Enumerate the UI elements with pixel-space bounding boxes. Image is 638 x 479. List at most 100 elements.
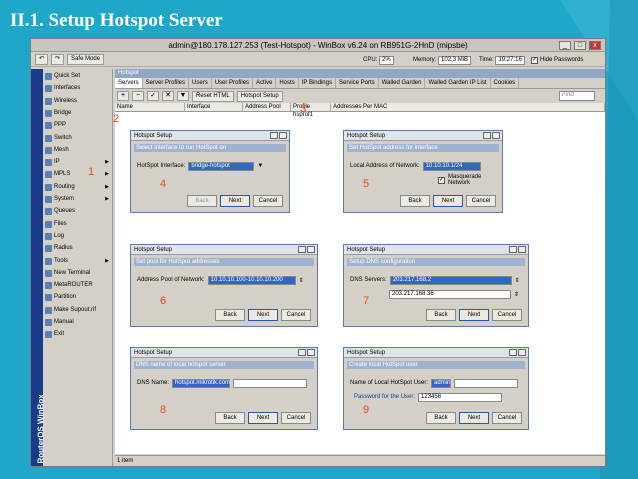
spinner-icon[interactable]: ⇕ [514, 291, 519, 298]
sidebar-item-mpls[interactable]: MPLS ▶ [45, 169, 111, 180]
local-address-input[interactable]: 10.10.10.1/24 [422, 161, 481, 171]
col-name[interactable]: Name [115, 103, 185, 111]
filter-icon[interactable]: ▼ [177, 91, 189, 101]
redo-button[interactable]: ↷ [51, 54, 65, 65]
dns-name-input-rest[interactable] [233, 378, 308, 388]
cancel-button[interactable]: Cancel [492, 309, 522, 321]
sidebar-item-log[interactable]: Log [45, 231, 111, 242]
safe-mode-button[interactable]: Safe Mode [67, 54, 105, 65]
tab-user-profiles[interactable]: User Profiles [212, 78, 254, 88]
next-button[interactable]: Next [459, 309, 489, 321]
next-button[interactable]: Next [248, 412, 278, 424]
masquerade-checkbox[interactable]: ✓ [438, 176, 445, 184]
dns-name-input[interactable]: hotspot.mikrotik.com [172, 378, 230, 388]
spinner-icon[interactable]: ⇕ [515, 277, 520, 284]
remove-icon[interactable]: − [132, 91, 144, 101]
close-icon[interactable] [518, 349, 526, 356]
sidebar-item-switch[interactable]: Switch [45, 133, 111, 144]
user-name-input-rest[interactable] [454, 378, 519, 388]
sidebar-item-mesh[interactable]: Mesh [45, 145, 111, 156]
tab-ip-bindings[interactable]: IP Bindings [299, 78, 336, 88]
col-profile[interactable]: Profile [291, 103, 331, 111]
col-address-pool[interactable]: Address Pool [243, 103, 291, 111]
sidebar-item-routing[interactable]: Routing ▶ [45, 182, 111, 193]
tab-hosts[interactable]: Hosts [276, 78, 299, 88]
back-button[interactable]: Back [215, 412, 245, 424]
disable-icon[interactable]: ✕ [162, 91, 174, 101]
back-button[interactable]: Back [187, 195, 217, 207]
restore-icon[interactable] [483, 132, 491, 139]
sidebar-item-tools[interactable]: Tools ▶ [45, 256, 111, 267]
undo-button[interactable]: ↶ [35, 54, 49, 65]
sidebar-item-ip[interactable]: IP ▶ [45, 157, 111, 168]
close-button[interactable]: x [589, 41, 601, 50]
maximize-button[interactable]: □ [574, 41, 586, 50]
close-icon[interactable] [279, 132, 287, 139]
find-input[interactable]: Find [559, 91, 595, 101]
sidebar-item-new-terminal[interactable]: New Terminal [45, 268, 111, 279]
address-pool-input[interactable]: 10.10.10.100-10.10.10.200 [207, 275, 296, 285]
cancel-button[interactable]: Cancel [281, 309, 311, 321]
restore-icon[interactable] [298, 246, 306, 253]
sidebar-item-exit[interactable]: Exit [45, 329, 111, 340]
menu-item-icon [45, 232, 52, 240]
cancel-button[interactable]: Cancel [492, 412, 522, 424]
reset-html-button[interactable]: Reset HTML [192, 90, 234, 102]
sidebar-item-queues[interactable]: Queues [45, 206, 111, 217]
cancel-button[interactable]: Cancel [281, 412, 311, 424]
tab-service-ports[interactable]: Service Ports [336, 78, 379, 88]
restore-icon[interactable] [270, 132, 278, 139]
tab-cookies[interactable]: Cookies [491, 78, 520, 88]
sidebar-item-make-supout-rif[interactable]: Make Supout.rif [45, 305, 111, 316]
back-button[interactable]: Back [426, 412, 456, 424]
sidebar-item-partition[interactable]: Partition [45, 292, 111, 303]
close-icon[interactable] [307, 349, 315, 356]
next-button[interactable]: Next [220, 195, 250, 207]
next-button[interactable]: Next [459, 412, 489, 424]
back-button[interactable]: Back [400, 195, 430, 207]
restore-icon[interactable] [509, 246, 517, 253]
cancel-button[interactable]: Cancel [466, 195, 496, 207]
sidebar-item-quick-set[interactable]: Quick Set [45, 71, 111, 82]
dns-server-2-input[interactable]: 203.217.168.36 [389, 289, 511, 299]
close-icon[interactable] [492, 132, 500, 139]
sidebar-item-wireless[interactable]: Wireless [45, 96, 111, 107]
tab-walled-garden[interactable]: Walled Garden [379, 78, 426, 88]
enable-icon[interactable]: ✓ [147, 91, 159, 101]
next-button[interactable]: Next [248, 309, 278, 321]
sidebar-item-ppp[interactable]: PPP [45, 120, 111, 131]
col-addresses-per-mac[interactable]: Addresses Per MAC [331, 103, 605, 111]
minimize-button[interactable]: _ [559, 41, 571, 50]
hotspot-setup-button[interactable]: Hotspot Setup [236, 90, 283, 102]
sidebar-item-manual[interactable]: Manual [45, 317, 111, 328]
tab-users[interactable]: Users [189, 78, 212, 88]
back-button[interactable]: Back [215, 309, 245, 321]
interface-select[interactable]: bridge-hotspot [188, 161, 255, 171]
tab-server-profiles[interactable]: Server Profiles [143, 78, 190, 88]
dns-server-1-input[interactable]: 203.217.168.2 [389, 275, 512, 285]
restore-icon[interactable] [298, 349, 306, 356]
cancel-button[interactable]: Cancel [253, 195, 283, 207]
tab-servers[interactable]: Servers [115, 78, 143, 88]
back-button[interactable]: Back [426, 309, 456, 321]
sidebar-item-metarouter[interactable]: MetaROUTER [45, 280, 111, 291]
sidebar-item-radius[interactable]: Radius [45, 243, 111, 254]
dropdown-icon[interactable]: ▼ [257, 163, 263, 169]
hide-passwords-toggle[interactable]: ✓ Hide Passwords [531, 55, 583, 65]
spinner-icon[interactable]: ⇕ [299, 277, 304, 284]
restore-icon[interactable] [509, 349, 517, 356]
user-name-input[interactable]: admin [431, 378, 452, 388]
add-icon[interactable]: + [117, 91, 129, 101]
password-input[interactable]: 123456 [418, 392, 503, 402]
sidebar-item-files[interactable]: Files [45, 219, 111, 230]
tab-active[interactable]: Active [253, 78, 277, 88]
close-icon[interactable] [307, 246, 315, 253]
sidebar-item-system[interactable]: System ▶ [45, 194, 111, 205]
tab-walled-garden-ip-list[interactable]: Walled Garden IP List [425, 78, 491, 88]
close-icon[interactable] [518, 246, 526, 253]
sidebar-item-label: Queues [54, 208, 76, 215]
next-button[interactable]: Next [433, 195, 463, 207]
sidebar-item-interfaces[interactable]: Interfaces [45, 83, 111, 94]
col-interface[interactable]: Interface [185, 103, 243, 111]
sidebar-item-bridge[interactable]: Bridge [45, 108, 111, 119]
